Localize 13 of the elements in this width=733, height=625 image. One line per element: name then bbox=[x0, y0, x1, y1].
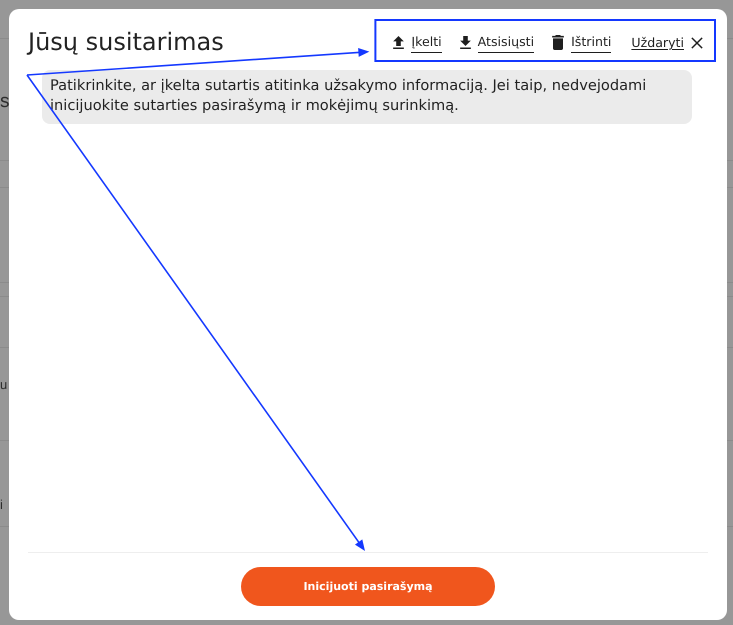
trash-icon bbox=[552, 35, 564, 50]
download-icon bbox=[460, 36, 471, 49]
upload-icon bbox=[393, 36, 404, 49]
dialog-title: Jūsų susitarimas bbox=[28, 28, 224, 57]
background-text: i bbox=[0, 497, 3, 512]
background-text: u bbox=[0, 377, 8, 392]
info-message: Patikrinkite, ar įkelta sutartis atitinka užsakymo informaciją. Jei taip, nedvejodami inicijuokite sutarties pasirašymą ir mokėjimų surinkimą. bbox=[42, 70, 692, 124]
upload-button[interactable]: Įkelti bbox=[393, 32, 442, 52]
download-button[interactable]: Atsisiųsti bbox=[460, 32, 534, 52]
close-button[interactable]: Uždaryti bbox=[631, 34, 703, 51]
close-icon bbox=[691, 36, 703, 48]
delete-button[interactable]: Ištrinti bbox=[552, 32, 612, 52]
background-text: s bbox=[0, 91, 10, 113]
